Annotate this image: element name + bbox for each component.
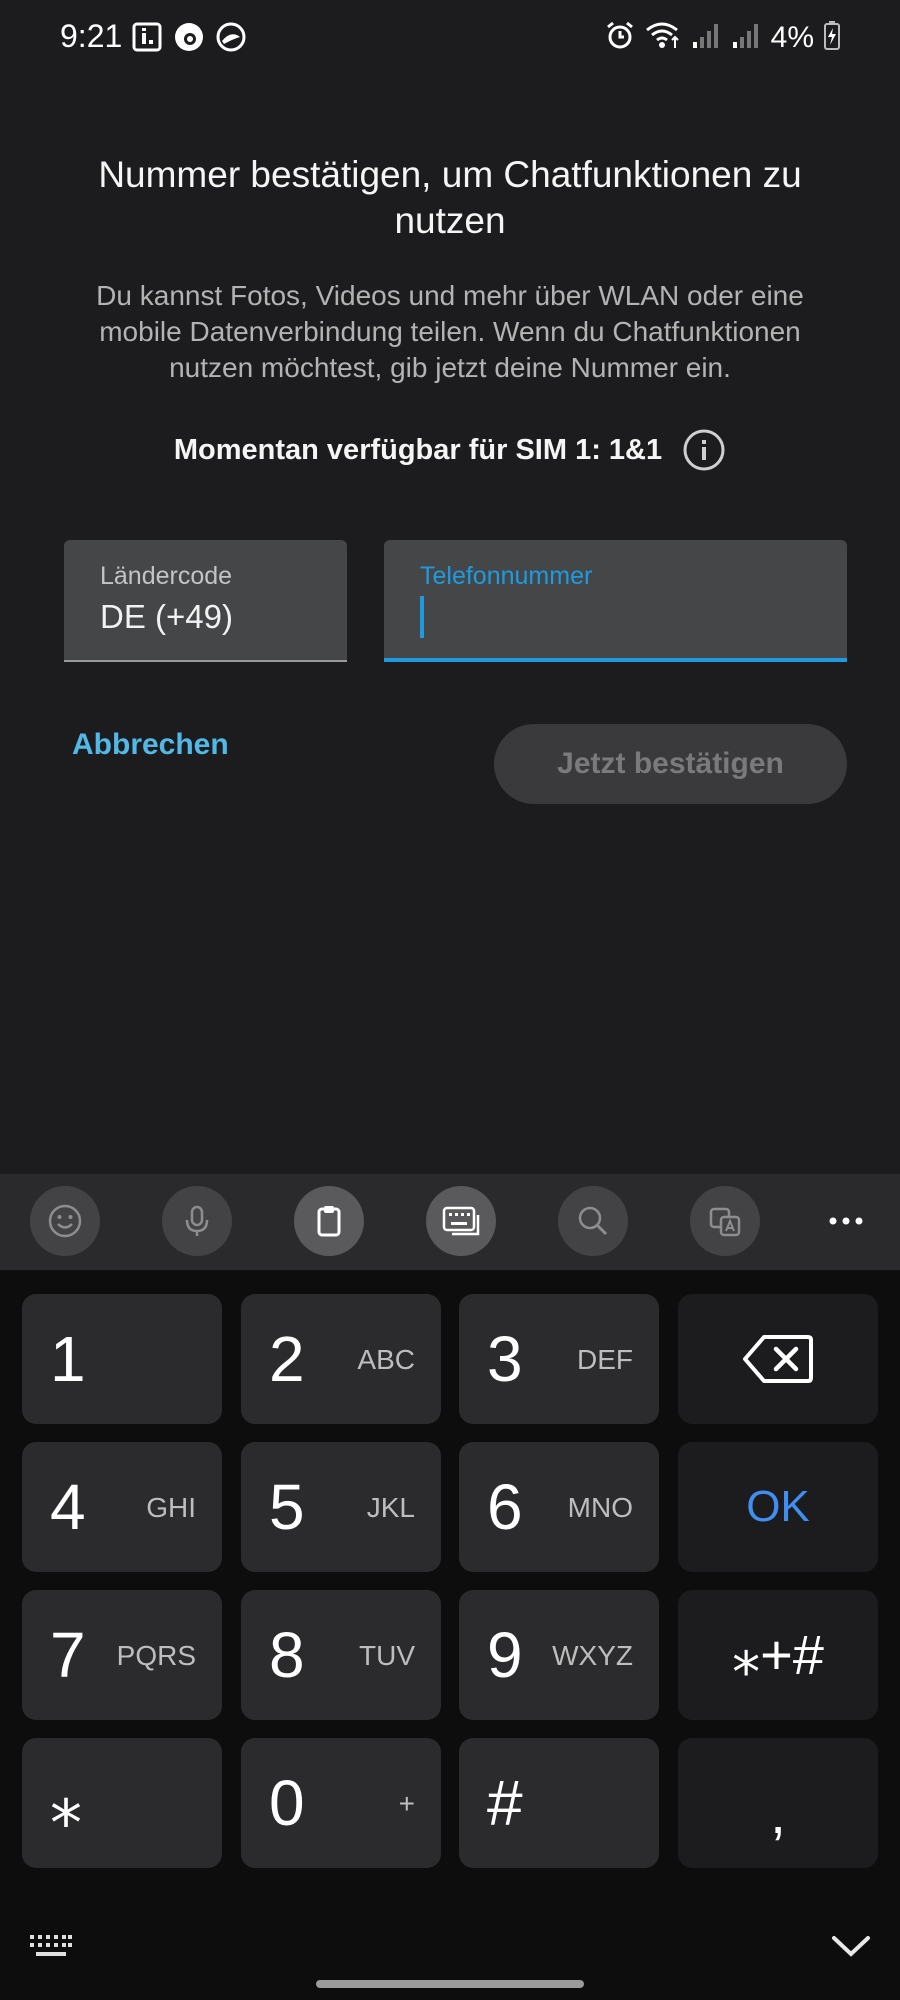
key-digit: 9 (487, 1619, 523, 1691)
backspace-icon (678, 1294, 878, 1424)
hash-key[interactable]: # (459, 1738, 659, 1868)
ok-label: OK (746, 1482, 810, 1531)
phone-number-field[interactable]: Telefonnummer (384, 540, 847, 662)
key-4[interactable]: 4 GHI (22, 1442, 222, 1572)
comma-label: , (770, 1781, 786, 1845)
status-time: 9:21 (60, 18, 123, 54)
search-icon[interactable] (558, 1186, 628, 1256)
country-code-label: Ländercode (100, 562, 233, 590)
key-digit: 8 (269, 1619, 305, 1691)
country-code-field[interactable]: Ländercode DE (+49) (64, 540, 347, 662)
hide-keyboard-chevron-icon[interactable] (830, 1930, 872, 1965)
key-letters: DEF (577, 1344, 633, 1375)
key-letters: JKL (366, 1492, 415, 1523)
info-icon[interactable] (682, 428, 726, 472)
country-code-value: DE (+49) (100, 598, 233, 635)
info-notification-icon (132, 22, 162, 57)
key-letters: ABC (357, 1344, 415, 1375)
key-digit: 6 (487, 1471, 523, 1543)
signal-icon (731, 20, 761, 55)
ok-key[interactable]: OK (678, 1442, 878, 1572)
key-digit: 0 (269, 1767, 305, 1839)
sim-availability-row: Momentan verfügbar für SIM 1: 1&1 (0, 428, 900, 472)
page-title: Nummer bestätigen, um Chatfunktionen zu … (98, 154, 802, 241)
home-indicator[interactable] (316, 1980, 584, 1988)
key-digit: 3 (487, 1323, 523, 1395)
status-notification-icons (132, 22, 246, 57)
key-8[interactable]: 8 TUV (241, 1590, 441, 1720)
app-notification-icon (216, 22, 246, 57)
key-letters: PQRS (116, 1640, 196, 1671)
key-letters: GHI (146, 1492, 196, 1523)
hash-label: # (487, 1767, 523, 1839)
star-label: ⁎ (50, 1767, 82, 1839)
comma-key[interactable]: , (678, 1738, 878, 1868)
sim-availability-text: Momentan verfügbar für SIM 1: 1&1 (173, 433, 663, 466)
battery-percent: 4% (770, 20, 814, 54)
wifi-icon (645, 20, 681, 55)
backspace-key[interactable] (678, 1294, 878, 1424)
clipboard-icon[interactable] (294, 1186, 364, 1256)
keyboard-mode-icon[interactable] (426, 1186, 496, 1256)
cancel-button[interactable]: Abbrechen (56, 720, 245, 770)
symbols-label: ⁎+# (732, 1623, 824, 1686)
key-digit: 1 (50, 1323, 86, 1395)
app-screen: 9:21 4% Nummer bestätigen, um Chatfunkti… (0, 0, 900, 2000)
key-5[interactable]: 5 JKL (241, 1442, 441, 1572)
key-2[interactable]: 2 ABC (241, 1294, 441, 1424)
vodafone-icon (174, 22, 204, 57)
key-0[interactable]: 0 + (241, 1738, 441, 1868)
key-letters: WXYZ (552, 1640, 633, 1671)
key-7[interactable]: 7 PQRS (22, 1590, 222, 1720)
status-bar: 9:21 4% (0, 0, 900, 78)
page-description: Du kannst Fotos, Videos und mehr über WL… (96, 280, 804, 383)
keyboard-switch-icon[interactable] (28, 1933, 74, 1966)
key-letters: TUV (359, 1640, 415, 1671)
key-digit: 4 (50, 1471, 86, 1543)
symbols-key[interactable]: ⁎+# (678, 1590, 878, 1720)
numeric-keypad: 1 2 ABC 3 DEF 4 GHI 5 JKL 6 MNO OK 7 PQR… (0, 1270, 900, 2000)
translate-icon[interactable] (690, 1186, 760, 1256)
signal-icon (691, 20, 721, 55)
key-letters: + (398, 1788, 415, 1819)
status-system-icons: 4% (605, 20, 840, 55)
key-3[interactable]: 3 DEF (459, 1294, 659, 1424)
more-icon[interactable] (826, 1186, 866, 1256)
key-digit: 2 (269, 1323, 305, 1395)
key-9[interactable]: 9 WXYZ (459, 1590, 659, 1720)
key-letters: MNO (567, 1492, 633, 1523)
alarm-icon (605, 20, 635, 55)
emoji-icon[interactable] (30, 1186, 100, 1256)
battery-charging-icon (824, 20, 840, 55)
phone-number-label: Telefonnummer (420, 562, 593, 590)
microphone-icon[interactable] (162, 1186, 232, 1256)
key-1[interactable]: 1 (22, 1294, 222, 1424)
confirm-button[interactable]: Jetzt bestätigen (494, 724, 847, 804)
text-caret (420, 596, 424, 638)
key-6[interactable]: 6 MNO (459, 1442, 659, 1572)
keyboard-toolbar (0, 1174, 900, 1270)
key-digit: 5 (269, 1471, 305, 1543)
star-key[interactable]: ⁎ (22, 1738, 222, 1868)
key-digit: 7 (50, 1619, 86, 1691)
